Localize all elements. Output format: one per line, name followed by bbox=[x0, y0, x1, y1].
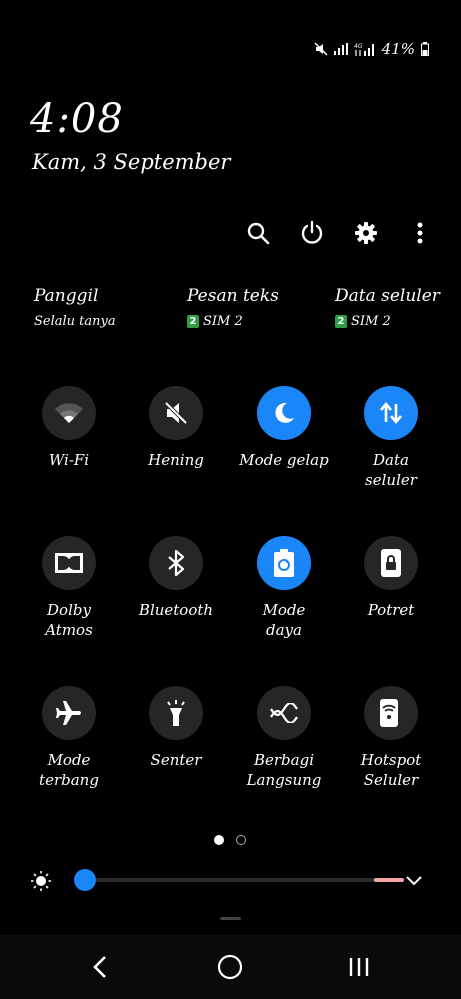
panel-drag-handle[interactable] bbox=[220, 917, 241, 920]
power-button[interactable] bbox=[297, 218, 327, 248]
back-icon[interactable] bbox=[90, 953, 110, 981]
bluetooth-icon bbox=[168, 549, 185, 577]
wifi-icon bbox=[55, 403, 83, 423]
tile-label: Dolby Atmos bbox=[45, 601, 93, 639]
page-indicator bbox=[214, 835, 246, 845]
sim-sms-title: Pesan teks bbox=[187, 286, 279, 306]
svg-text:4G: 4G bbox=[354, 43, 363, 50]
sim-call-setting[interactable]: Panggil Selalu tanya bbox=[34, 286, 116, 329]
more-options-button[interactable] bbox=[405, 218, 435, 248]
brightness-limit-mark bbox=[374, 878, 404, 882]
home-icon[interactable] bbox=[217, 953, 243, 981]
recents-icon[interactable] bbox=[347, 953, 371, 981]
tile-wifi[interactable]: Wi-Fi bbox=[14, 386, 124, 470]
mute-status-icon bbox=[314, 42, 328, 56]
battery-percent: 41% bbox=[381, 40, 415, 58]
sun-icon bbox=[31, 871, 51, 891]
brightness-slider-track[interactable] bbox=[74, 878, 404, 882]
settings-button[interactable] bbox=[351, 218, 381, 248]
tile-sound[interactable]: Hening bbox=[121, 386, 231, 470]
data-signal-icon: 4G bbox=[354, 43, 374, 56]
tile-hotspot[interactable]: Hotspot Seluler bbox=[336, 686, 446, 790]
mute-icon bbox=[164, 401, 188, 425]
tile-portrait[interactable]: Potret bbox=[336, 536, 446, 620]
tile-label: Mode gelap bbox=[239, 451, 329, 469]
battery-icon bbox=[421, 42, 429, 56]
clock-date: Kam, 3 September bbox=[32, 150, 231, 174]
search-icon bbox=[247, 222, 270, 245]
tile-label: Hening bbox=[148, 451, 204, 469]
tile-flashlight[interactable]: Senter bbox=[121, 686, 231, 770]
tile-dark-mode[interactable]: Mode gelap bbox=[229, 386, 339, 470]
flashlight-icon bbox=[167, 700, 185, 726]
dolby-icon bbox=[55, 553, 83, 573]
sim-call-title: Panggil bbox=[34, 286, 99, 306]
sim-sms-sub: SIM 2 bbox=[203, 314, 243, 329]
battery-recycle-icon bbox=[274, 549, 294, 577]
tile-label: Senter bbox=[150, 751, 202, 769]
sim-call-sub: Selalu tanya bbox=[34, 314, 116, 329]
tile-label: Data seluler bbox=[365, 451, 417, 489]
sim-data-setting[interactable]: Data seluler 2 SIM 2 bbox=[335, 286, 440, 329]
more-vertical-icon bbox=[417, 222, 423, 244]
moon-icon bbox=[275, 402, 294, 423]
airplane-icon bbox=[56, 701, 81, 725]
hotspot-icon bbox=[380, 699, 398, 727]
quick-panel-actions bbox=[243, 218, 435, 248]
status-bar: 4G 41% bbox=[314, 40, 429, 58]
data-arrows-icon bbox=[380, 401, 402, 425]
tile-label: Wi-Fi bbox=[48, 451, 90, 469]
portrait-lock-icon bbox=[381, 549, 401, 577]
brightness-slider-thumb[interactable] bbox=[74, 869, 96, 891]
tile-label: Mode daya bbox=[262, 601, 306, 639]
sim-sms-setting[interactable]: Pesan teks 2 SIM 2 bbox=[187, 286, 279, 329]
sim-2-badge: 2 bbox=[187, 315, 199, 328]
tile-label: Hotspot Seluler bbox=[360, 751, 422, 789]
power-icon bbox=[301, 220, 323, 244]
tile-airplane[interactable]: Mode terbang bbox=[14, 686, 124, 790]
brightness-control bbox=[30, 866, 440, 894]
tile-label: Bluetooth bbox=[138, 601, 214, 619]
tile-label: Berbagi Langsung bbox=[246, 751, 322, 789]
sim-data-sub: SIM 2 bbox=[351, 314, 391, 329]
tile-quick-share[interactable]: Berbagi Langsung bbox=[229, 686, 339, 790]
tile-bluetooth[interactable]: Bluetooth bbox=[121, 536, 231, 620]
clock-time: 4:08 bbox=[30, 96, 124, 142]
tile-label: Mode terbang bbox=[39, 751, 99, 789]
search-button[interactable] bbox=[243, 218, 273, 248]
page-dot-2[interactable] bbox=[236, 835, 246, 845]
share-icon bbox=[270, 703, 298, 723]
tile-dolby[interactable]: Dolby Atmos bbox=[14, 536, 124, 640]
page-dot-1[interactable] bbox=[214, 835, 224, 845]
navigation-bar bbox=[0, 935, 461, 999]
sim-data-title: Data seluler bbox=[335, 286, 440, 306]
tile-label: Potret bbox=[367, 601, 415, 619]
chevron-down-icon[interactable] bbox=[404, 870, 424, 890]
sim-2-badge: 2 bbox=[335, 315, 347, 328]
tile-power-mode[interactable]: Mode daya bbox=[229, 536, 339, 640]
gear-icon bbox=[355, 222, 377, 244]
signal-icon bbox=[333, 43, 348, 55]
tile-mobile-data[interactable]: Data seluler bbox=[336, 386, 446, 490]
